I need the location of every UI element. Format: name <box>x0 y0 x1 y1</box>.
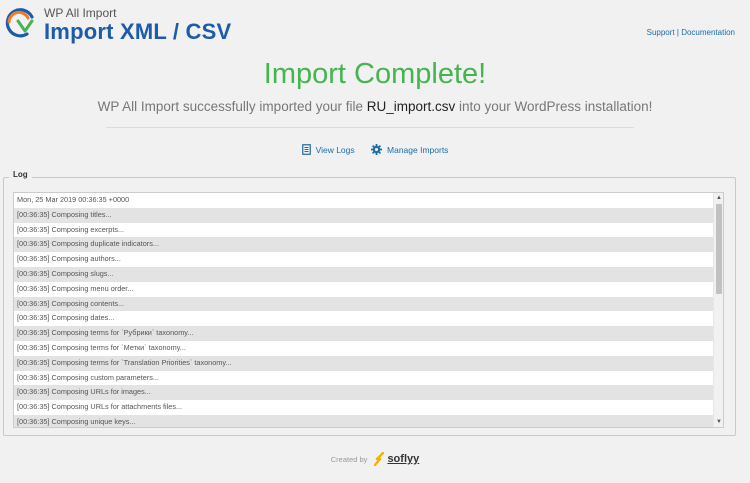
footer: Created by soflyy <box>0 452 750 466</box>
scroll-down-arrow-icon[interactable]: ▼ <box>714 417 723 427</box>
soflyy-label: soflyy <box>387 453 420 465</box>
header-links: Support | Documentation <box>647 28 735 37</box>
header: WP All Import Import XML / CSV Support |… <box>0 0 750 52</box>
log-line: [00:36:35] Composing unique keys... <box>14 414 713 427</box>
divider <box>106 127 634 128</box>
log-line: [00:36:35] Composing dates... <box>17 313 115 323</box>
log-line: Mon, 25 Mar 2019 00:36:35 +0000 <box>17 195 130 204</box>
soflyy-logo-icon <box>374 452 385 466</box>
page-title: Import XML / CSV <box>44 19 232 44</box>
log-line: [00:36:35] Composing duplicate indicator… <box>14 237 713 253</box>
gear-icon <box>371 144 383 155</box>
wp-all-import-logo-icon <box>5 8 34 38</box>
message-prefix: WP All Import successfully imported your… <box>97 99 367 114</box>
view-logs-label: View Logs <box>315 144 355 155</box>
scroll-thumb[interactable] <box>716 204 722 294</box>
log-legend: Log <box>9 170 32 179</box>
brand-subtitle: WP All Import <box>44 6 117 20</box>
link-separator: | <box>676 28 679 37</box>
log-scrollbar[interactable]: ▲ ▼ <box>713 193 723 427</box>
log-line: [00:36:35] Composing custom parameters..… <box>17 372 159 382</box>
log-box[interactable]: Mon, 25 Mar 2019 00:36:35 +0000 [00:36:35… <box>13 192 724 428</box>
import-actions: View Logs Manage Imports <box>0 144 750 157</box>
import-complete-message: WP All Import successfully imported your… <box>0 99 750 114</box>
documentation-link[interactable]: Documentation <box>681 28 735 37</box>
manage-imports-link[interactable]: Manage Imports <box>371 144 448 155</box>
support-link[interactable]: Support <box>647 28 675 37</box>
created-by-label: Created by <box>330 454 368 464</box>
log-line: [00:36:35] Composing slugs... <box>14 266 713 282</box>
manage-imports-label: Manage Imports <box>387 144 449 155</box>
log-line: [00:36:35] Composing contents... <box>14 296 713 312</box>
import-complete-heading: Import Complete! <box>263 58 487 90</box>
log-line: [00:36:35] Composing URLs for images... <box>14 385 713 401</box>
imported-file-name: RU_import.csv <box>366 99 456 114</box>
view-logs-link[interactable]: View Logs <box>301 144 355 155</box>
log-line: [00:36:35] Composing terms for `Рубрики`… <box>14 326 713 341</box>
log-line: [00:36:35] Composing terms for `Translat… <box>14 355 713 371</box>
soflyy-link[interactable]: soflyy <box>374 452 419 466</box>
log-line: [00:36:35] Composing terms for `Метки` t… <box>17 342 186 352</box>
log-line: [00:36:35] Composing titles... <box>14 207 713 223</box>
log-line: [00:36:35] Composing authors... <box>17 254 121 264</box>
document-icon <box>301 144 311 155</box>
log-line: [00:36:35] Composing menu order... <box>17 283 134 293</box>
scroll-up-arrow-icon[interactable]: ▲ <box>714 193 723 203</box>
log-line: [00:36:35] Composing URLs for attachment… <box>17 402 183 412</box>
log-list: Mon, 25 Mar 2019 00:36:35 +0000 [00:36:35… <box>14 193 713 427</box>
log-line: [00:36:35] Composing excerpts... <box>17 224 125 234</box>
message-suffix: into your WordPress installation! <box>455 99 653 114</box>
